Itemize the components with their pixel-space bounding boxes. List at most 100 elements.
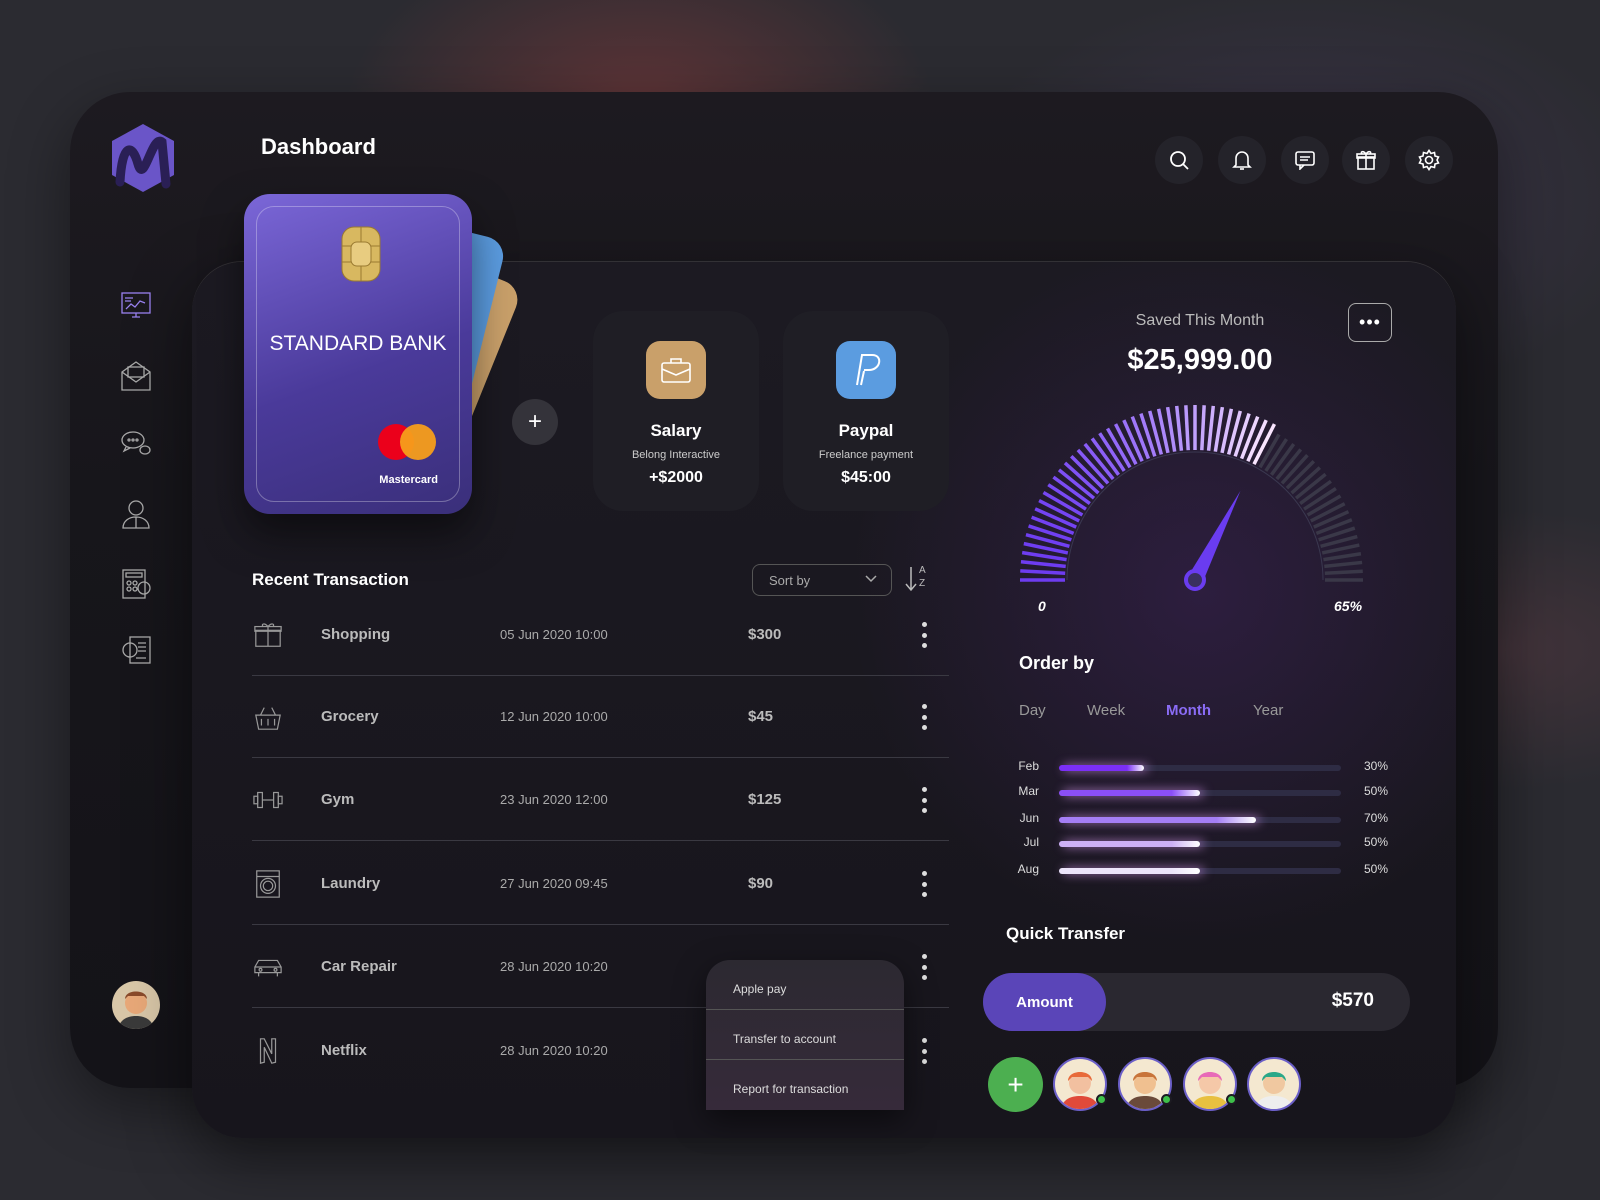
bar-label: Jul (1023, 835, 1039, 849)
gauge-tick (1321, 543, 1360, 555)
sidebar-settings-doc-icon[interactable] (120, 634, 152, 666)
search-icon (1170, 151, 1189, 170)
more-vertical-icon[interactable] (916, 871, 932, 897)
transaction-name: Gym (321, 791, 355, 808)
transaction-row[interactable]: Gym 23 Jun 2020 12:00 $125 (252, 759, 949, 841)
amount-button[interactable]: Amount (983, 973, 1106, 1031)
gauge-tick (1324, 569, 1363, 575)
transaction-amount: $300 (748, 626, 782, 643)
sidebar-dashboard-icon[interactable] (120, 290, 152, 322)
more-vertical-icon[interactable] (916, 622, 932, 648)
gauge-tick (1021, 550, 1067, 562)
notifications-button[interactable] (1218, 136, 1266, 184)
progress-track (1059, 868, 1341, 874)
sidebar-chat-icon[interactable] (120, 428, 152, 460)
tile-subtitle: Belong Interactive (631, 449, 721, 461)
transaction-row[interactable]: Laundry 27 Jun 2020 09:45 $90 (252, 843, 949, 925)
user-avatar[interactable] (112, 981, 160, 1029)
progress-track (1059, 765, 1341, 771)
transactions-title: Recent Transaction (252, 570, 409, 589)
tile-title: Paypal (838, 421, 894, 440)
sort-az-button[interactable]: A Z (904, 565, 930, 593)
more-options-button[interactable]: ••• (1348, 303, 1392, 342)
sidebar-user-icon[interactable] (120, 498, 152, 530)
transaction-name: Shopping (321, 626, 391, 643)
tab-year[interactable]: Year (1253, 702, 1283, 719)
transaction-date: 23 Jun 2020 12:00 (500, 792, 608, 807)
progress-fill (1059, 790, 1200, 796)
messages-button[interactable] (1281, 136, 1329, 184)
tab-day[interactable]: Day (1019, 702, 1046, 719)
sort-dropdown[interactable]: Sort by (752, 564, 892, 596)
tile-paypal[interactable]: Paypal Freelance payment $45:00 (783, 311, 949, 511)
progress-track (1059, 790, 1341, 796)
quick-transfer-title: Quick Transfer (1006, 924, 1126, 943)
gauge-tick (1213, 406, 1225, 452)
transaction-date: 28 Jun 2020 10:20 (500, 959, 608, 974)
transaction-row[interactable]: Shopping 05 Jun 2020 10:00 $300 (252, 594, 949, 676)
progress-track (1059, 841, 1341, 847)
transaction-row[interactable]: Grocery 12 Jun 2020 10:00 $45 (252, 676, 949, 758)
sort-z: Z (919, 578, 926, 589)
transaction-name: Car Repair (321, 958, 397, 975)
bar-percent: 50% (1364, 784, 1389, 798)
chat-icon (1295, 151, 1315, 170)
sidebar-calculator-icon[interactable] (120, 568, 152, 600)
gauge-tick (1310, 502, 1346, 523)
more-vertical-icon[interactable] (916, 787, 932, 813)
gauge-tick (1239, 415, 1260, 460)
bank-card[interactable]: STANDARD BANK Mastercard (244, 194, 472, 514)
menu-item-report[interactable]: Report for transaction (706, 1060, 904, 1110)
bar-percent: 30% (1364, 759, 1389, 773)
progress-track (1059, 817, 1341, 823)
gauge-tick (1324, 560, 1363, 569)
sidebar-mail-icon[interactable] (120, 360, 152, 392)
gauge-hub (1184, 569, 1206, 591)
online-status-dot (1226, 1094, 1237, 1105)
chip-icon (341, 226, 381, 282)
tile-salary[interactable]: Salary Belong Interactive +$2000 (593, 311, 759, 511)
gauge-tick (1030, 515, 1075, 536)
tab-month[interactable]: Month (1166, 702, 1211, 719)
bar-label: Feb (1018, 759, 1039, 773)
settings-button[interactable] (1405, 136, 1453, 184)
tab-week[interactable]: Week (1087, 702, 1125, 719)
gauge-tick (1020, 559, 1066, 569)
grocery-basket-icon (255, 707, 281, 730)
gauge-min-label: 0 (1038, 598, 1046, 614)
search-button[interactable] (1155, 136, 1203, 184)
bar-label: Jun (1019, 811, 1039, 825)
gift-icon (254, 623, 282, 647)
menu-item-apple-pay[interactable]: Apple pay (706, 960, 904, 1010)
gifts-button[interactable] (1342, 136, 1390, 184)
transaction-date: 27 Jun 2020 09:45 (500, 876, 608, 891)
bar-label: Mar (1018, 784, 1039, 798)
more-vertical-icon[interactable] (916, 1038, 932, 1064)
gauge-tick (1165, 406, 1177, 452)
progress-fill (1059, 817, 1257, 823)
transaction-amount: $125 (748, 791, 782, 808)
bar-percent: 70% (1364, 811, 1389, 825)
contact-avatar[interactable] (1247, 1057, 1301, 1111)
more-vertical-icon[interactable] (916, 704, 932, 730)
menu-item-transfer[interactable]: Transfer to account (706, 1010, 904, 1060)
card-network: Mastercard (379, 474, 438, 486)
transaction-date: 05 Jun 2020 10:00 (500, 627, 608, 642)
add-contact-button[interactable]: + (988, 1057, 1043, 1112)
progress-fill (1059, 868, 1200, 874)
add-card-button[interactable]: + (512, 399, 558, 445)
gauge-max-label: 65% (1334, 598, 1363, 614)
saved-amount: $25,999.00 (1127, 344, 1273, 376)
savings-gauge (1020, 405, 1363, 591)
order-by-title: Order by (1019, 653, 1095, 673)
amount-field[interactable]: Amount $570 (983, 973, 1410, 1031)
tile-value: $45:00 (841, 469, 891, 486)
progress-fill (1059, 765, 1144, 771)
amount-value: $570 (1331, 990, 1374, 1011)
briefcase-icon (646, 341, 706, 399)
more-vertical-icon[interactable] (916, 954, 932, 980)
chevron-down-icon (865, 575, 877, 583)
app-logo (112, 124, 174, 192)
transaction-name: Laundry (321, 875, 381, 892)
transaction-date: 12 Jun 2020 10:00 (500, 709, 608, 724)
